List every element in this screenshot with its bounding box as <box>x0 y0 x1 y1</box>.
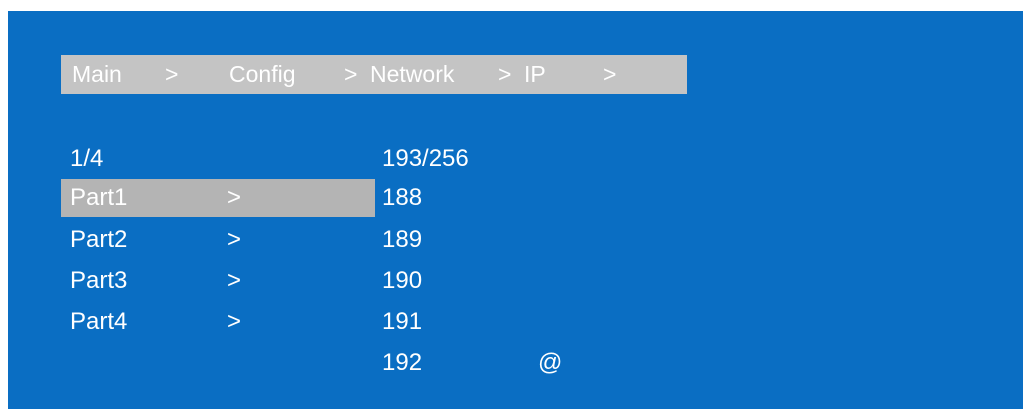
breadcrumb: Main > Config > Network > IP > <box>61 55 687 94</box>
menu-item-part3[interactable]: Part3 <box>70 264 127 298</box>
breadcrumb-separator: > <box>603 61 617 87</box>
menu-item-part2[interactable]: Part2 <box>70 223 127 257</box>
breadcrumb-separator: > <box>344 61 358 87</box>
chevron-right-icon: > <box>227 267 242 294</box>
current-marker: @ <box>538 349 563 376</box>
breadcrumb-main[interactable]: Main <box>72 55 122 94</box>
chevron-right-icon: > <box>227 184 242 211</box>
list-position-indicator: 193/256 <box>382 145 469 172</box>
breadcrumb-config[interactable]: Config <box>229 55 295 94</box>
breadcrumb-separator: > <box>165 61 179 87</box>
list-item[interactable]: 190 <box>382 264 422 298</box>
osd-screen: Main > Config > Network > IP > 1/4 Part1… <box>8 11 1023 409</box>
chevron-right-icon: > <box>227 308 242 335</box>
breadcrumb-network[interactable]: Network <box>370 55 454 94</box>
chevron-right-icon: > <box>227 226 242 253</box>
menu-item-part4[interactable]: Part4 <box>70 305 127 339</box>
list-item[interactable]: 189 <box>382 223 422 257</box>
list-item[interactable]: 192 <box>382 346 422 380</box>
menu-page-indicator: 1/4 <box>70 145 104 172</box>
breadcrumb-separator: > <box>498 61 512 87</box>
list-item[interactable]: 188 <box>382 181 422 215</box>
list-item[interactable]: 191 <box>382 305 422 339</box>
menu-item-part1[interactable]: Part1 <box>70 181 127 215</box>
breadcrumb-ip[interactable]: IP <box>524 55 546 94</box>
